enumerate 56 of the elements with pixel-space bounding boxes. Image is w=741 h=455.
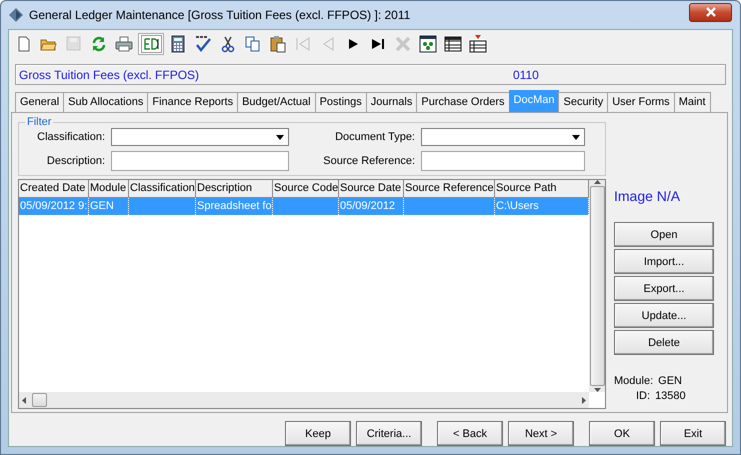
calculator-icon[interactable] bbox=[169, 35, 187, 53]
dialog-button[interactable]: Keep bbox=[285, 421, 351, 446]
info-label: ID: bbox=[636, 390, 650, 402]
info-label: Module: bbox=[614, 375, 654, 387]
table-cell: GEN bbox=[90, 200, 114, 212]
scroll-thumb[interactable] bbox=[32, 393, 47, 407]
table-marker-icon[interactable] bbox=[469, 35, 487, 53]
table-icon[interactable] bbox=[444, 35, 462, 53]
scroll-left-icon[interactable] bbox=[22, 396, 26, 404]
image-status: Image N/A bbox=[614, 188, 682, 204]
action-button[interactable]: Update... bbox=[614, 303, 714, 328]
filter-title: Filter bbox=[26, 116, 52, 128]
input-field[interactable] bbox=[421, 151, 585, 171]
table-cell: Spreadsheet fo bbox=[197, 200, 272, 212]
tab[interactable]: Security bbox=[558, 92, 608, 112]
window-title: General Ledger Maintenance [Gross Tuition Fees (excl. FFPOS) ]: 2011 bbox=[29, 8, 412, 22]
account-code: 0110 bbox=[513, 68, 539, 82]
action-button[interactable]: Open bbox=[614, 222, 714, 247]
scissors-icon[interactable] bbox=[219, 35, 237, 53]
dialog-button[interactable]: Exit bbox=[660, 421, 726, 446]
printer-icon[interactable] bbox=[115, 35, 133, 53]
input-field[interactable] bbox=[111, 151, 289, 171]
account-name: Gross Tuition Fees (excl. FFPOS) bbox=[18, 68, 200, 82]
field-label: Classification: bbox=[36, 131, 105, 143]
tab[interactable]: General bbox=[15, 92, 64, 112]
info-value: 13580 bbox=[655, 390, 686, 402]
refresh-icon[interactable] bbox=[90, 35, 108, 53]
table-cell: C:\Users bbox=[496, 200, 539, 212]
dots-icon[interactable] bbox=[419, 35, 437, 53]
dialog-button[interactable]: OK bbox=[589, 421, 655, 446]
clipboard-icon[interactable] bbox=[269, 35, 287, 53]
tab[interactable]: Maint bbox=[674, 92, 711, 112]
field-label: Description: bbox=[46, 155, 105, 167]
spellcheck-icon[interactable] bbox=[194, 35, 212, 53]
action-button[interactable]: Import... bbox=[614, 249, 714, 274]
dialog-button[interactable]: < Back bbox=[437, 421, 503, 446]
edit-icon[interactable] bbox=[140, 35, 162, 53]
scroll-down-icon[interactable] bbox=[594, 388, 600, 392]
horizontal-scrollbar[interactable] bbox=[19, 392, 589, 408]
action-button[interactable]: Delete bbox=[614, 330, 714, 355]
scroll-right-icon[interactable] bbox=[582, 396, 586, 404]
close-icon bbox=[704, 7, 716, 17]
table-cell: 05/09/2012 bbox=[340, 200, 396, 212]
dropdown-field[interactable] bbox=[111, 128, 289, 146]
copy-icon[interactable] bbox=[244, 35, 262, 53]
table-cell: 05/09/2012 9: bbox=[20, 200, 88, 212]
field-label: Source Reference: bbox=[322, 155, 415, 167]
action-button[interactable]: Export... bbox=[614, 276, 714, 301]
diamond-icon bbox=[9, 8, 23, 22]
dropdown-field[interactable] bbox=[421, 128, 585, 146]
close-button[interactable] bbox=[689, 2, 732, 22]
dialog-button[interactable]: Next > bbox=[508, 421, 574, 446]
dialog-button[interactable]: Criteria... bbox=[356, 421, 422, 446]
info-value: GEN bbox=[658, 375, 682, 387]
field-label: Document Type: bbox=[334, 131, 415, 143]
scroll-up-icon[interactable] bbox=[594, 180, 600, 184]
